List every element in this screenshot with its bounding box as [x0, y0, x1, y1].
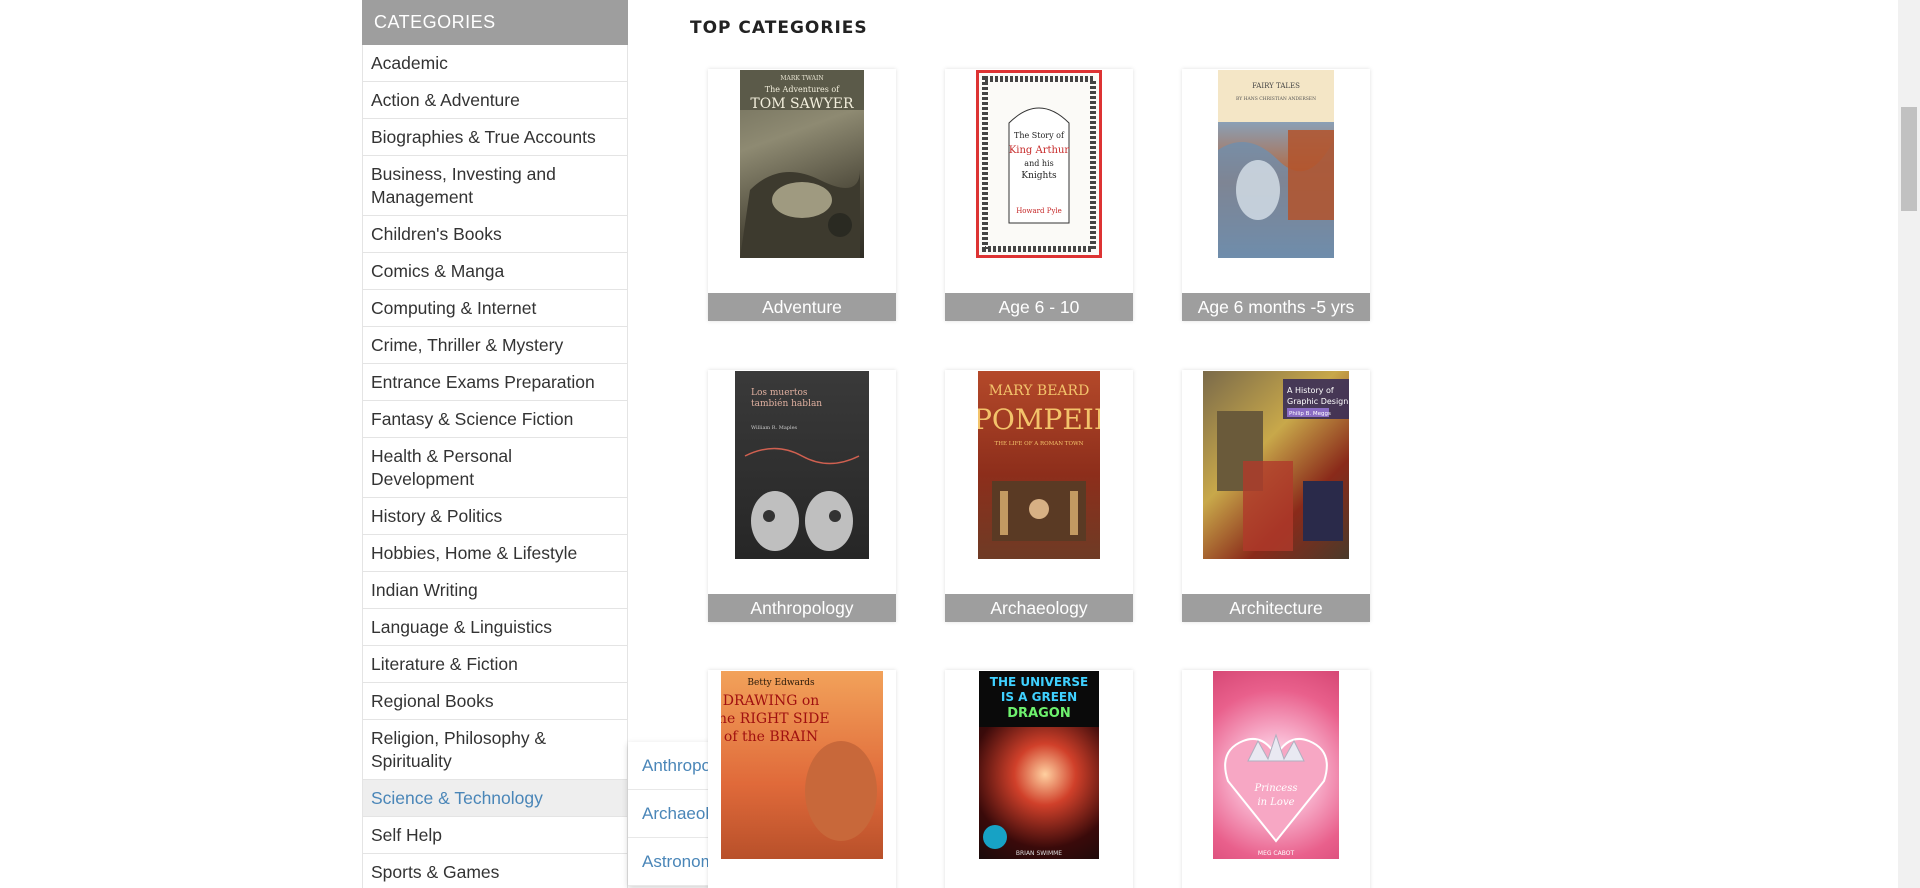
svg-text:Los muertos: Los muertos — [751, 388, 808, 398]
category-item-history-politics[interactable]: History & Politics — [363, 498, 627, 535]
svg-text:Betty Edwards: Betty Edwards — [747, 678, 815, 688]
category-item-crime-thriller[interactable]: Crime, Thriller & Mystery — [363, 327, 627, 364]
category-item-comics-manga[interactable]: Comics & Manga — [363, 253, 627, 290]
svg-text:Knights: Knights — [1021, 171, 1057, 181]
category-item-self-help[interactable]: Self Help — [363, 817, 627, 854]
category-card-architecture[interactable]: A History of Graphic Design Philip B. Me… — [1182, 370, 1370, 622]
categories-sidebar: CATEGORIES Academic Action & Adventure B… — [362, 0, 628, 888]
svg-text:MARY BEARD: MARY BEARD — [989, 383, 1090, 399]
category-caption: Age 6 months -5 yrs — [1182, 293, 1370, 321]
book-cover-image: A History of Graphic Design Philip B. Me… — [1203, 371, 1349, 559]
category-item-science-technology[interactable]: Science & Technology — [363, 780, 627, 817]
book-cover-image: MARY BEARD POMPEII THE LIFE OF A ROMAN T… — [978, 371, 1100, 559]
svg-text:BY HANS CHRISTIAN ANDERSEN: BY HANS CHRISTIAN ANDERSEN — [1236, 96, 1316, 102]
category-item-indian-writing[interactable]: Indian Writing — [363, 572, 627, 609]
category-item-fantasy-scifi[interactable]: Fantasy & Science Fiction — [363, 401, 627, 438]
category-card-row3-1[interactable]: Betty Edwards DRAWING on the RIGHT SIDE … — [708, 670, 896, 888]
category-card-age-6-10[interactable]: The Story of King Arthur and his Knights… — [945, 69, 1133, 321]
svg-text:King Arthur: King Arthur — [1009, 145, 1070, 156]
svg-text:Philip B. Meggs: Philip B. Meggs — [1289, 411, 1331, 417]
svg-text:POMPEII: POMPEII — [978, 403, 1100, 436]
svg-text:in Love: in Love — [1257, 797, 1294, 808]
category-item-childrens-books[interactable]: Children's Books — [363, 216, 627, 253]
svg-text:William R. Maples: William R. Maples — [751, 425, 798, 431]
category-item-academic[interactable]: Academic — [363, 45, 627, 82]
category-item-hobbies[interactable]: Hobbies, Home & Lifestyle — [363, 535, 627, 572]
category-card-adventure[interactable]: MARK TWAIN The Adventures of TOM SAWYER … — [708, 69, 896, 321]
category-item-religion[interactable]: Religion, Philosophy & Spirituality — [363, 720, 627, 780]
book-cover-image: Los muertos también hablan William R. Ma… — [735, 371, 869, 559]
book-cover-image: Betty Edwards DRAWING on the RIGHT SIDE … — [721, 671, 883, 859]
svg-text:THE LIFE OF A ROMAN TOWN: THE LIFE OF A ROMAN TOWN — [995, 441, 1084, 447]
book-cover-image: FAIRY TALES BY HANS CHRISTIAN ANDERSEN — [1218, 70, 1334, 258]
svg-text:IS A GREEN: IS A GREEN — [1001, 690, 1077, 704]
book-cover-image: The Story of King Arthur and his Knights… — [976, 70, 1102, 258]
svg-text:DRAGON: DRAGON — [1007, 706, 1070, 721]
category-caption: Age 6 - 10 — [945, 293, 1133, 321]
category-item-action-adventure[interactable]: Action & Adventure — [363, 82, 627, 119]
svg-text:THE UNIVERSE: THE UNIVERSE — [990, 675, 1088, 689]
category-card-age-6-months-5-yrs[interactable]: FAIRY TALES BY HANS CHRISTIAN ANDERSEN A… — [1182, 69, 1370, 321]
tom-author-text: MARK TWAIN — [780, 75, 823, 82]
category-item-regional-books[interactable]: Regional Books — [363, 683, 627, 720]
category-caption: Architecture — [1182, 594, 1370, 622]
book-cover-image: MARK TWAIN The Adventures of TOM SAWYER — [740, 70, 864, 258]
category-item-sports-games[interactable]: Sports & Games — [363, 854, 627, 888]
category-card-anthropology[interactable]: Los muertos también hablan William R. Ma… — [708, 370, 896, 622]
category-item-health[interactable]: Health & Personal Development — [363, 438, 627, 498]
category-card-archaeology[interactable]: MARY BEARD POMPEII THE LIFE OF A ROMAN T… — [945, 370, 1133, 622]
svg-text:también hablan: también hablan — [751, 398, 822, 409]
svg-text:FAIRY TALES: FAIRY TALES — [1252, 82, 1300, 90]
svg-text:and his: and his — [1024, 159, 1053, 168]
book-cover-image: Princess in Love MEG CABOT — [1213, 671, 1339, 859]
category-item-entrance-exams[interactable]: Entrance Exams Preparation — [363, 364, 627, 401]
svg-text:TOM SAWYER: TOM SAWYER — [750, 96, 854, 112]
svg-text:of the BRAIN: of the BRAIN — [724, 729, 818, 745]
svg-text:Princess: Princess — [1254, 783, 1298, 794]
category-card-row3-2[interactable]: THE UNIVERSE IS A GREEN DRAGON BRIAN SWI… — [945, 670, 1133, 888]
svg-text:Graphic Design: Graphic Design — [1287, 397, 1348, 406]
category-caption: Adventure — [708, 293, 896, 321]
category-item-biographies[interactable]: Biographies & True Accounts — [363, 119, 627, 156]
svg-text:DRAWING on: DRAWING on — [723, 693, 820, 709]
category-item-business[interactable]: Business, Investing and Management — [363, 156, 627, 216]
svg-text:the RIGHT SIDE: the RIGHT SIDE — [721, 711, 830, 727]
category-card-row3-3[interactable]: Princess in Love MEG CABOT — [1182, 670, 1370, 888]
top-categories-title: TOP CATEGORIES — [690, 18, 868, 38]
category-item-language[interactable]: Language & Linguistics — [363, 609, 627, 646]
svg-text:The Story of: The Story of — [1014, 131, 1065, 140]
category-caption: Anthropology — [708, 594, 896, 622]
svg-text:Howard Pyle: Howard Pyle — [1016, 207, 1062, 215]
category-caption: Archaeology — [945, 594, 1133, 622]
category-item-literature[interactable]: Literature & Fiction — [363, 646, 627, 683]
svg-text:A History of: A History of — [1287, 386, 1334, 395]
svg-text:BRIAN SWIMME: BRIAN SWIMME — [1016, 850, 1062, 857]
categories-header: CATEGORIES — [362, 0, 628, 45]
category-list: Academic Action & Adventure Biographies … — [362, 45, 628, 888]
svg-text:MEG CABOT: MEG CABOT — [1258, 850, 1295, 857]
svg-text:The Adventures of: The Adventures of — [765, 85, 840, 94]
book-cover-image: THE UNIVERSE IS A GREEN DRAGON BRIAN SWI… — [979, 671, 1099, 859]
category-item-computing[interactable]: Computing & Internet — [363, 290, 627, 327]
scrollbar-thumb[interactable] — [1901, 107, 1917, 211]
page-scrollbar[interactable] — [1898, 0, 1920, 888]
